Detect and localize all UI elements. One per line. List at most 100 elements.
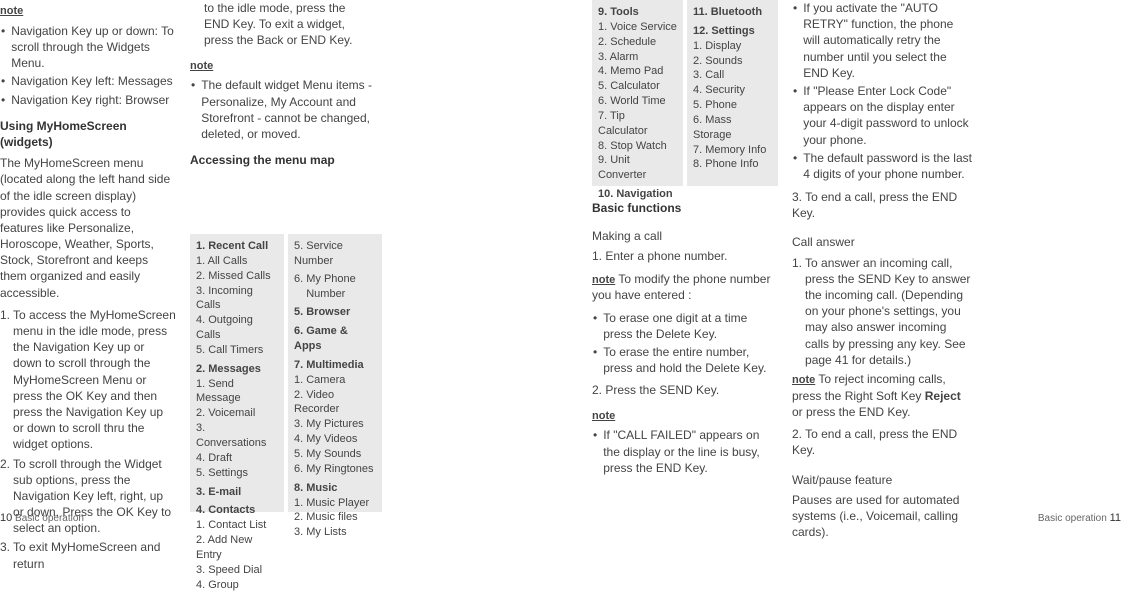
menu-item: 1. Display — [693, 39, 772, 54]
footer-right: Basic operation 11 — [1038, 511, 1121, 526]
paragraph: The MyHomeScreen menu (located along the… — [0, 155, 176, 301]
note-label: note — [0, 4, 176, 19]
menu-item: 6. World Time — [598, 94, 677, 109]
menu-title: 7. Multimedia — [294, 358, 376, 373]
heading-widgets: Using MyHomeScreen (widgets) — [0, 118, 176, 150]
menu-item: 4. Memo Pad — [598, 64, 677, 79]
bullet-item: If "CALL FAILED" appears on the display … — [592, 427, 778, 476]
footer-text: Basic operation — [15, 513, 84, 524]
menu-item: 1. Contact List — [196, 518, 278, 533]
menu-item: 3. Call — [693, 68, 772, 83]
menu-item: 2. Video Recorder — [294, 388, 376, 418]
bullet-item: The default password is the last 4 digit… — [792, 150, 972, 182]
menu-item: 6. My Phone Number — [294, 272, 376, 302]
menu-title: 5. Browser — [294, 305, 376, 320]
menu-item: 6. Mass Storage — [693, 113, 772, 143]
menu-map-box-1: 1. Recent Call 1. All Calls 2. Missed Ca… — [190, 234, 382, 512]
paragraph: note To modify the phone number you have… — [592, 271, 778, 304]
menu-col-left: 1. Recent Call 1. All Calls 2. Missed Ca… — [190, 234, 284, 512]
menu-item: 2. Music files — [294, 510, 376, 525]
bullet-item: Navigation Key up or down: To scroll thr… — [0, 23, 176, 72]
num-item: 3.To exit MyHomeScreen and return — [0, 539, 176, 571]
menu-col-left-2: 9. Tools 1. Voice Service 2. Schedule 3.… — [592, 0, 683, 186]
menu-item: 3. My Pictures — [294, 417, 376, 432]
menu-title: 11. Bluetooth — [693, 5, 772, 20]
note-label: note — [592, 409, 778, 424]
menu-col-right: 5. Service Number 6. My Phone Number 5. … — [288, 234, 382, 512]
menu-item: 2. Missed Calls — [196, 269, 278, 284]
menu-col-right-2: 11. Bluetooth 12. Settings 1. Display 2.… — [687, 0, 778, 186]
menu-item: 3. Alarm — [598, 50, 677, 65]
menu-item: 1. Music Player — [294, 496, 376, 511]
page-number: 10 — [0, 512, 12, 524]
heading-basic-functions: Basic functions — [592, 200, 778, 216]
num-item: 1.To access the MyHomeScreen menu in the… — [0, 307, 176, 453]
menu-item: 4. My Videos — [294, 432, 376, 447]
menu-item: 5. Call Timers — [196, 343, 278, 358]
footer-left: 10 Basic operation — [0, 511, 84, 526]
menu-item: 3. My Lists — [294, 525, 376, 540]
heading-menu-map: Accessing the menu map — [190, 152, 372, 168]
column-4-wrap: 9. Tools 1. Voice Service 2. Schedule 3.… — [592, 0, 778, 528]
menu-item: 2. Sounds — [693, 54, 772, 69]
paragraph: Pauses are used for automated systems (i… — [792, 492, 972, 541]
menu-item: 3. Incoming Calls — [196, 284, 278, 314]
column-1: note Navigation Key up or down: To scrol… — [0, 0, 176, 528]
menu-item: 5. Calculator — [598, 79, 677, 94]
menu-item: 7. Memory Info — [693, 143, 772, 158]
menu-title: 6. Game & Apps — [294, 324, 376, 354]
menu-title: 8. Music — [294, 481, 376, 496]
menu-item: 6. My Ringtones — [294, 462, 376, 477]
menu-item: 5. Settings — [196, 466, 278, 481]
menu-item: 3. Conversations — [196, 421, 278, 451]
menu-title: 9. Tools — [598, 5, 677, 20]
menu-item: 8. Phone Info — [693, 157, 772, 172]
menu-title: 4. Contacts — [196, 503, 278, 518]
paragraph: 3. To end a call, press the END Key. — [792, 189, 972, 221]
menu-item: 7. Tip Calculator — [598, 109, 677, 139]
menu-item: 9. Unit Converter — [598, 153, 677, 183]
menu-item: 2. Schedule — [598, 35, 677, 50]
paragraph: 1. Enter a phone number. — [592, 248, 778, 264]
note-inline: note — [592, 274, 615, 286]
menu-item: 4. Group — [196, 578, 278, 592]
note-label: note — [190, 59, 372, 74]
menu-item: 1. Send Message — [196, 377, 278, 407]
menu-item: 2. Voicemail — [196, 406, 278, 421]
menu-map-box-2: 9. Tools 1. Voice Service 2. Schedule 3.… — [592, 0, 778, 186]
bullet-item: If you activate the "AUTO RETRY" functio… — [792, 0, 972, 81]
menu-item: 5. Service Number — [294, 239, 376, 269]
note-inline: note — [792, 374, 815, 386]
column-5: If you activate the "AUTO RETRY" functio… — [792, 0, 972, 528]
paragraph: 2. Press the SEND Key. — [592, 382, 778, 398]
paragraph: note To reject incoming calls, press the… — [792, 371, 972, 420]
paragraph: 2. To end a call, press the END Key. — [792, 426, 972, 458]
menu-title: 12. Settings — [693, 24, 772, 39]
bullet-item: To erase one digit at a time press the D… — [592, 310, 778, 342]
page-spread: note Navigation Key up or down: To scrol… — [0, 0, 1121, 528]
menu-title: 2. Messages — [196, 362, 278, 377]
bullet-item: Navigation Key right: Browser — [0, 92, 176, 108]
num-item: 1.To answer an incoming call, press the … — [792, 255, 972, 368]
menu-item: 1. Voice Service — [598, 20, 677, 35]
bullet-item: If "Please Enter Lock Code" appears on t… — [792, 83, 972, 148]
menu-item: 4. Security — [693, 83, 772, 98]
menu-item: 5. My Sounds — [294, 447, 376, 462]
subheading-wait-pause: Wait/pause feature — [792, 472, 972, 488]
menu-title: 3. E-mail — [196, 485, 278, 500]
bullet-item: To erase the entire number, press and ho… — [592, 344, 778, 376]
menu-item: 5. Phone — [693, 98, 772, 113]
bullet-item: Navigation Key left: Messages — [0, 73, 176, 89]
subheading-making-call: Making a call — [592, 228, 778, 244]
paragraph-continuation: to the idle mode, press the END Key. To … — [190, 0, 372, 49]
subheading-call-answer: Call answer — [792, 234, 972, 250]
bullet-item: The default widget Menu items - Personal… — [190, 77, 372, 142]
menu-item: 4. Draft — [196, 451, 278, 466]
footer-text: Basic operation — [1038, 513, 1107, 524]
page-number: 11 — [1110, 512, 1121, 524]
menu-item: 4. Outgoing Calls — [196, 313, 278, 343]
spacer — [386, 0, 578, 528]
menu-item: 3. Speed Dial — [196, 563, 278, 578]
menu-item: 2. Add New Entry — [196, 533, 278, 563]
menu-item: 1. Camera — [294, 373, 376, 388]
